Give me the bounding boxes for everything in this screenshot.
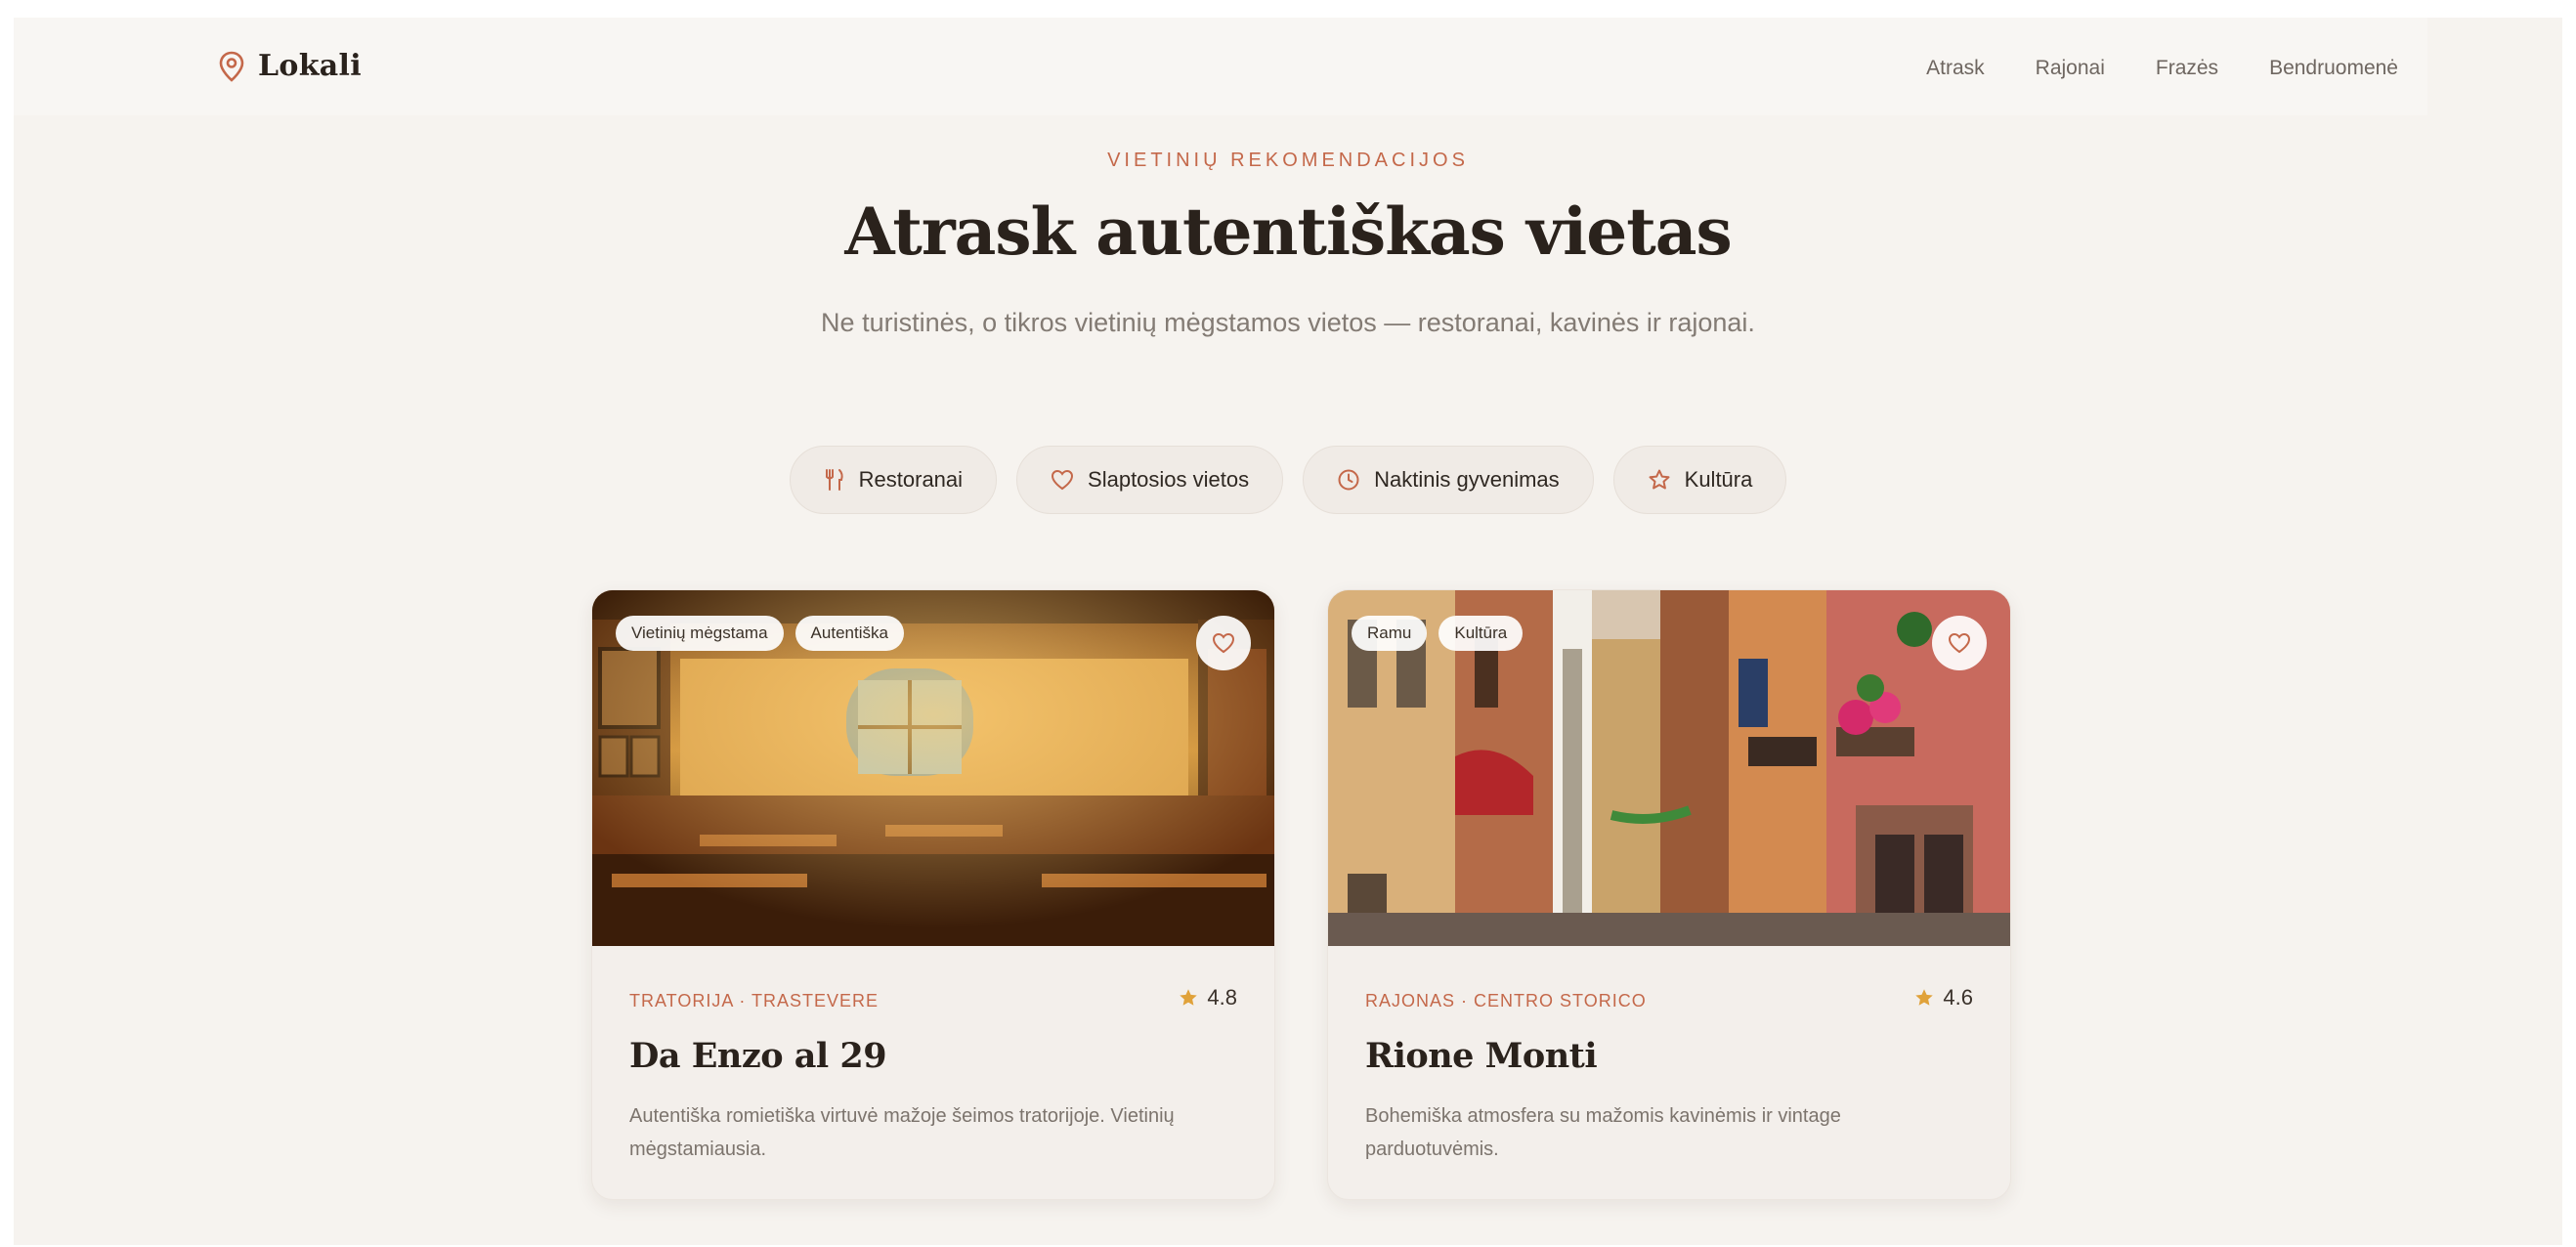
map-pin-icon [219, 51, 244, 82]
place-category: RAJONAS · CENTRO STORICO [1365, 991, 1647, 1010]
heart-icon [1051, 469, 1074, 491]
rating-value: 4.6 [1943, 985, 1973, 1010]
page-title: Atrask autentiškas vietas [844, 194, 1732, 270]
nav-link-rajonai[interactable]: Rajonai [2036, 57, 2105, 80]
star-icon [1648, 468, 1671, 492]
hero-kicker: VIETINIŲ REKOMENDACIJOS [1107, 150, 1469, 171]
top-nav: Lokali Atrask Rajonai Frazės Bendruomenė [14, 18, 2427, 115]
place-card[interactable]: Ramu Kultūra RAJONAS · CENTRO STORICO 4.… [1327, 589, 2011, 1200]
rating: 4.6 [1913, 985, 1973, 1010]
place-category: TRATORIJA · TRASTEVERE [629, 991, 880, 1010]
nav-link-bendruomene[interactable]: Bendruomenė [2269, 57, 2398, 80]
main-nav: Atrask Rajonai Frazės Bendruomenė [1926, 57, 2398, 80]
card-tags: Vietinių mėgstama Autentiška [616, 616, 904, 651]
rating-value: 4.8 [1207, 985, 1237, 1010]
hero-subtitle: Ne turistinės, o tikros vietinių mėgstam… [821, 308, 1755, 337]
place-photo-trattoria: Vietinių mėgstama Autentiška [592, 590, 1274, 946]
heart-icon [1948, 632, 1971, 654]
card-tags: Ramu Kultūra [1352, 616, 1524, 651]
place-description: Autentiška romietiška virtuvė mažoje šei… [629, 1105, 1175, 1160]
star-filled-icon [1915, 989, 1934, 1006]
filter-slaptosios-vietos[interactable]: Slaptosios vietos [1016, 446, 1284, 514]
filter-naktinis-gyvenimas[interactable]: Naktinis gyvenimas [1303, 446, 1594, 514]
filter-label: Kultūra [1684, 467, 1753, 492]
nav-link-atrask[interactable]: Atrask [1926, 57, 1985, 80]
favorite-button[interactable] [1932, 616, 1987, 670]
utensils-icon [824, 468, 845, 492]
tag-badge: Ramu [1352, 616, 1428, 651]
filter-kultura[interactable]: Kultūra [1612, 446, 1787, 514]
place-title[interactable]: Rione Monti [1365, 1036, 1598, 1076]
card-body: TRATORIJA · TRASTEVERE 4.8 Da Enzo al 29… [629, 946, 1237, 1199]
category-filters: Restoranai Slaptosios vietos Naktinis gy… [0, 446, 2576, 514]
star-filled-icon [1180, 989, 1198, 1006]
rating: 4.8 [1178, 985, 1237, 1010]
tag-badge: Vietinių mėgstama [616, 616, 784, 651]
filter-label: Naktinis gyvenimas [1374, 467, 1560, 492]
place-description: Bohemiška atmosfera su mažomis kavinėmis… [1365, 1105, 1841, 1160]
brand-logo[interactable]: Lokali [219, 49, 362, 83]
brand-name: Lokali [258, 49, 362, 83]
place-title[interactable]: Da Enzo al 29 [629, 1036, 887, 1076]
tag-badge: Kultūra [1438, 616, 1524, 651]
place-photo-street: Ramu Kultūra [1328, 590, 2010, 946]
place-card[interactable]: Vietinių mėgstama Autentiška TRATORIJA ·… [591, 589, 1275, 1200]
filter-label: Restoranai [858, 467, 964, 492]
filter-restoranai[interactable]: Restoranai [789, 446, 998, 514]
tag-badge: Autentiška [794, 616, 904, 651]
heart-icon [1212, 632, 1235, 654]
favorite-button[interactable] [1196, 616, 1251, 670]
nav-link-frazes[interactable]: Frazės [2156, 57, 2218, 80]
filter-label: Slaptosios vietos [1088, 467, 1250, 492]
card-body: RAJONAS · CENTRO STORICO 4.6 Rione Monti… [1365, 946, 1973, 1199]
clock-icon [1337, 468, 1360, 492]
